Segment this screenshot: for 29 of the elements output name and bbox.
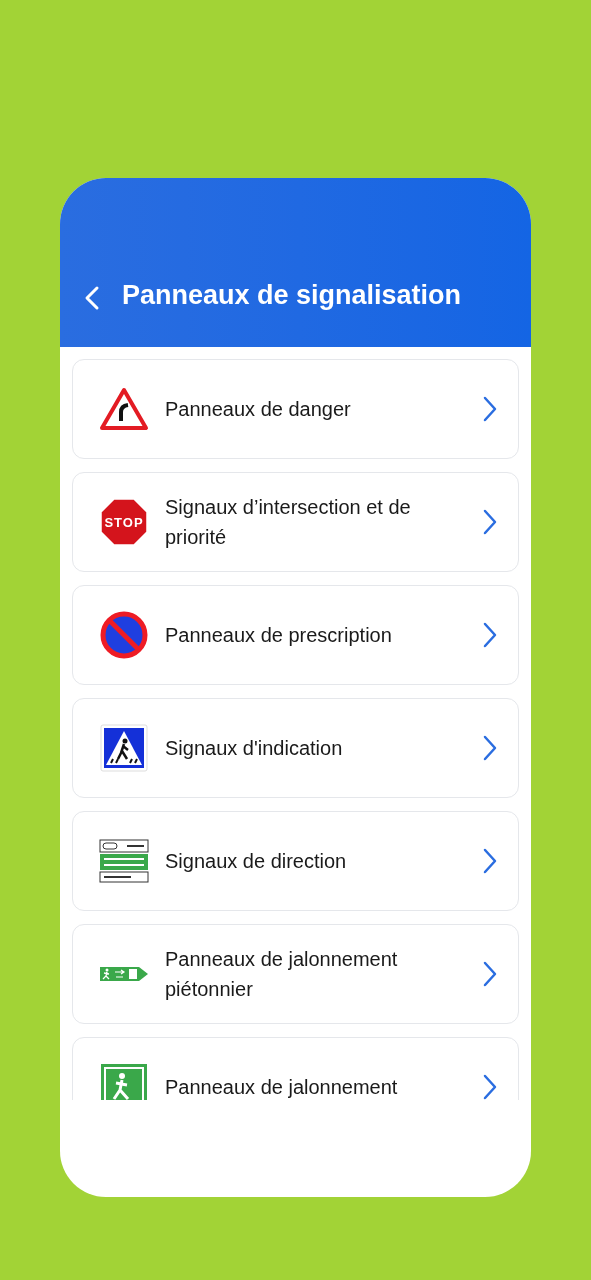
category-card[interactable]: Panneaux de prescription — [72, 585, 519, 685]
pedestrian-route-sign-icon — [99, 966, 149, 982]
direction-sign-icon — [99, 839, 149, 883]
chevron-right-icon — [482, 735, 498, 761]
pedestrian-sign-icon — [100, 1063, 148, 1100]
chevron-right-icon — [482, 509, 498, 535]
chevron-right-icon — [482, 961, 498, 987]
curve-warning-sign-icon — [99, 387, 149, 431]
category-card[interactable]: Signaux de direction — [72, 811, 519, 911]
category-card[interactable]: Panneaux de danger — [72, 359, 519, 459]
category-label: Panneaux de danger — [165, 397, 352, 422]
chevron-right-icon — [482, 396, 498, 422]
chevron-right-icon — [482, 848, 498, 874]
pedestrian-crossing-sign-icon — [100, 724, 148, 772]
category-label: Signaux d’intersection et de priorité — [165, 495, 412, 550]
page-title: Panneaux de signalisation — [122, 279, 462, 311]
category-card[interactable]: STOP Signaux d’intersection et de priorité — [72, 472, 519, 572]
category-label: Panneaux de prescription — [165, 623, 393, 648]
category-card[interactable]: Panneaux de jalonnement piétonnier — [72, 924, 519, 1024]
category-label: Panneaux de jalonnement piétonnier — [165, 947, 399, 1002]
category-label: Signaux d'indication — [165, 736, 344, 761]
chevron-right-icon — [482, 1074, 498, 1100]
category-label: Signaux de direction — [165, 849, 348, 874]
stop-sign-icon: STOP — [100, 498, 148, 546]
category-card[interactable]: Panneaux de jalonnement — [72, 1037, 519, 1100]
chevron-right-icon — [482, 622, 498, 648]
category-label: Panneaux de jalonnement — [165, 1075, 399, 1100]
category-card[interactable]: Signaux d'indication — [72, 698, 519, 798]
no-parking-sign-icon — [100, 611, 148, 659]
